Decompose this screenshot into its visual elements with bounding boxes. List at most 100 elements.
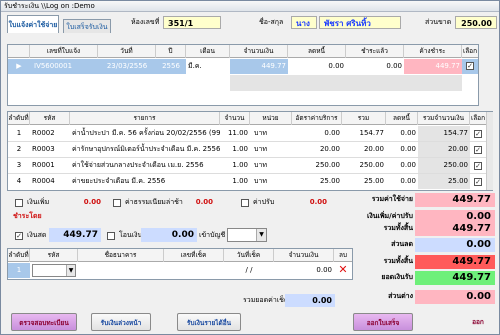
- select-checkbox[interactable]: ✓: [466, 62, 474, 70]
- items-header: ลำดับที่ รหัส รายการ จำนวน หน่วย อัตราค่…: [8, 112, 492, 125]
- cq-code-select[interactable]: ▼: [32, 264, 76, 277]
- col-cq-del: ลบ: [338, 251, 348, 259]
- summary-value-total: 449.77: [415, 222, 495, 236]
- item-rate: 20.00: [319, 145, 340, 153]
- col-cq-no: เลขที่เช็ค: [164, 249, 224, 262]
- invoice-header: เลขที่ใบแจ้ง วันที่ ปี เดือน จำนวนเงิน ล…: [8, 45, 478, 58]
- item-credit: 0.00: [400, 161, 416, 169]
- item-seq: 1: [16, 129, 22, 137]
- item-credit: 0.00: [400, 145, 416, 153]
- fine-checkbox[interactable]: [241, 199, 249, 207]
- items-scrollbar[interactable]: [486, 112, 493, 190]
- fine-label: ค่าปรับ: [253, 198, 275, 206]
- cell-month: มี.ค.: [186, 59, 230, 74]
- item-credit: 0.00: [400, 129, 416, 137]
- add-checkbox[interactable]: [15, 199, 23, 207]
- tab-invoice[interactable]: ใบแจ้งค่าใช้จ่าย: [7, 15, 59, 33]
- summary-value-expense: 449.77: [415, 193, 495, 207]
- item-net: 250.00: [418, 158, 470, 173]
- item-qty: 11.00: [227, 129, 248, 137]
- cell-year: 2556: [162, 62, 180, 70]
- name-label: ชื่อ-สกุล: [259, 18, 284, 26]
- table-row-empty: [8, 75, 478, 91]
- item-net: 25.00: [418, 174, 470, 189]
- cheque-total-value: 0.00: [285, 294, 335, 307]
- summary-value-discount: 0.00: [415, 238, 495, 252]
- summary-value-received: 449.77: [415, 271, 495, 285]
- tab-receipt[interactable]: ใบเสร็จรับเงิน: [63, 19, 111, 33]
- payment-window: รับชำระเงิน \\Log on :Demo ใบแจ้งค่าใช้จ…: [0, 0, 500, 335]
- table-row[interactable]: 4 R0004 ค่าขยะประจำเดือน มี.ค. 2556 1.00…: [8, 174, 486, 190]
- table-row[interactable]: 1 ▼ / / 0.00 ✕: [8, 263, 352, 278]
- item-checkbox[interactable]: ✓: [474, 146, 482, 154]
- summary-label-discount: ส่วนลด: [391, 240, 413, 248]
- col-year: ปี: [156, 45, 186, 58]
- col-month: เดือน: [186, 45, 230, 58]
- col-inv-no: เลขที่ใบแจ้ง: [30, 45, 98, 58]
- transfer-checkbox[interactable]: [107, 232, 115, 240]
- col-amount: จำนวนเงิน: [230, 45, 288, 58]
- cq-date[interactable]: / /: [224, 263, 274, 278]
- chevron-down-icon: ▼: [256, 229, 266, 241]
- item-checkbox[interactable]: ✓: [474, 130, 482, 138]
- cell-inv-no: IV5600001: [34, 62, 73, 70]
- item-checkbox[interactable]: ✓: [474, 178, 482, 186]
- item-unit: บาท: [254, 161, 267, 169]
- fee-label: ค่าธรรมเนียมล่าช้า: [125, 198, 183, 206]
- cash-field[interactable]: 449.77: [49, 228, 101, 242]
- room-field[interactable]: 351/1: [163, 16, 221, 29]
- fee-checkbox[interactable]: [113, 199, 121, 207]
- cash-label: เงินสด: [27, 231, 47, 239]
- table-row[interactable]: 3 R0001 ค่าใช้จ่ายส่วนกลางประจำเดือน เม.…: [8, 158, 486, 174]
- item-credit: 0.00: [400, 177, 416, 185]
- item-checkbox[interactable]: ✓: [474, 162, 482, 170]
- item-code: R0002: [32, 129, 55, 137]
- col-desc: รายการ: [70, 112, 220, 125]
- table-row[interactable]: 1 R0002 ค่าน้ำประปา มี.ค. 56 ครั้งก่อน 2…: [8, 126, 486, 142]
- summary-label-expense: รวมค่าใช้จ่าย: [371, 195, 413, 203]
- summary-value-grand: 449.77: [415, 255, 495, 269]
- summary-label-extra: เงินเพิ่ม/ค่าปรับ: [366, 212, 413, 220]
- item-total: 20.00: [363, 145, 384, 153]
- item-net: 20.00: [418, 142, 470, 157]
- col-paid: ชำระแล้ว: [346, 45, 404, 58]
- advance-payment-button[interactable]: รับเงินล่วงหน้า: [91, 313, 151, 331]
- item-rate: 25.00: [319, 177, 340, 185]
- item-rate: 250.00: [315, 161, 341, 169]
- account-select[interactable]: ▼: [227, 228, 267, 242]
- item-total: 250.00: [359, 161, 385, 169]
- cheque-table: ลำดับที่ รหัส ชื่อธนาคาร เลขที่เช็ค วันท…: [7, 248, 353, 280]
- col-date: วันที่: [98, 45, 156, 58]
- account-label: เข้าบัญชี: [199, 231, 226, 239]
- cq-amount[interactable]: 0.00: [274, 263, 334, 278]
- table-row[interactable]: ▶ IV5600001 23/03/2556 2556 มี.ค. 449.77…: [8, 59, 478, 74]
- exit-button[interactable]: ออก: [463, 313, 493, 331]
- table-row[interactable]: 2 R0003 ค่ารักษาอุปกรณ์มิเตอร์น้ำประจำเด…: [8, 142, 486, 158]
- item-unit: บาท: [254, 177, 267, 185]
- title-field[interactable]: นาง: [291, 16, 317, 29]
- other-income-button[interactable]: รับเงินรายได้อื่น: [177, 313, 241, 331]
- delete-icon[interactable]: ✕: [337, 264, 349, 276]
- balance-label: ส่วนขาด: [425, 18, 452, 26]
- col-cq-seq: ลำดับที่: [8, 249, 30, 262]
- cash-checkbox[interactable]: ✓: [15, 232, 23, 240]
- balance-field: 250.00: [455, 16, 497, 29]
- add-label: เงินเพิ่ม: [27, 198, 50, 206]
- item-seq: 3: [16, 161, 22, 169]
- col-code: รหัส: [30, 112, 70, 125]
- col-unit: หน่วย: [250, 112, 292, 125]
- issue-receipt-button[interactable]: ออกใบเสร็จ: [353, 313, 413, 331]
- item-total: 154.77: [359, 129, 385, 137]
- name-field[interactable]: พัชรา ศรินทิ้ว: [319, 16, 401, 29]
- fee-value: 0.00: [195, 198, 213, 206]
- items-table: ลำดับที่ รหัส รายการ จำนวน หน่วย อัตราค่…: [7, 111, 493, 191]
- payment-section-label: ชำระโดย: [13, 212, 42, 220]
- cell-credit: 0.00: [288, 59, 346, 74]
- check-registration-button[interactable]: ตรวจสอบทะเบียน: [11, 313, 77, 331]
- item-desc: ค่าน้ำประปา มี.ค. 56 ครั้งก่อน 20/02/255…: [72, 129, 220, 137]
- item-code: R0003: [32, 145, 55, 153]
- transfer-field[interactable]: 0.00: [141, 228, 197, 242]
- item-unit: บาท: [254, 145, 267, 153]
- item-desc: ค่าขยะประจำเดือน มี.ค. 2556: [72, 177, 166, 185]
- cheque-header: ลำดับที่ รหัส ชื่อธนาคาร เลขที่เช็ค วันท…: [8, 249, 352, 262]
